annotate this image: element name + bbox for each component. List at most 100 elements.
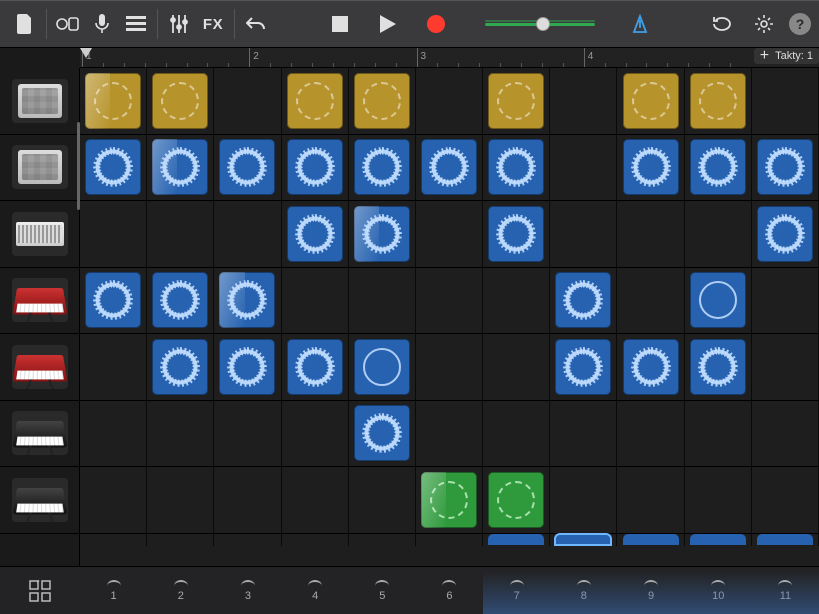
grid-cell[interactable] bbox=[80, 135, 147, 201]
grid-cell[interactable] bbox=[617, 534, 684, 546]
grid-cell[interactable] bbox=[349, 268, 416, 334]
loop-cell[interactable] bbox=[623, 73, 679, 129]
grid-cell[interactable] bbox=[617, 135, 684, 201]
track-header[interactable] bbox=[0, 135, 79, 202]
grid-cell[interactable] bbox=[282, 401, 349, 467]
grid-cell[interactable] bbox=[617, 401, 684, 467]
loop-cell[interactable] bbox=[354, 73, 410, 129]
grid-cell[interactable] bbox=[617, 334, 684, 400]
track-header[interactable] bbox=[0, 68, 79, 135]
grid-cell[interactable] bbox=[416, 334, 483, 400]
grid-cell[interactable] bbox=[416, 401, 483, 467]
grid-cell[interactable] bbox=[416, 534, 483, 546]
grid-cell[interactable] bbox=[416, 68, 483, 134]
loop-cell[interactable] bbox=[555, 534, 611, 545]
loop-cell[interactable] bbox=[623, 534, 679, 545]
grid-cell[interactable] bbox=[349, 401, 416, 467]
play-icon[interactable] bbox=[371, 7, 405, 41]
track-header[interactable] bbox=[0, 268, 79, 335]
grid-cell[interactable] bbox=[214, 268, 281, 334]
grid-cell[interactable] bbox=[617, 268, 684, 334]
grid-cell[interactable] bbox=[214, 334, 281, 400]
fx-button[interactable]: FX bbox=[196, 7, 230, 41]
grid-cell[interactable] bbox=[80, 68, 147, 134]
loop-cell[interactable] bbox=[85, 139, 141, 195]
loop-cell[interactable] bbox=[488, 206, 544, 262]
loop-cell[interactable] bbox=[219, 139, 275, 195]
grid-cell[interactable] bbox=[685, 135, 752, 201]
loop-cell[interactable] bbox=[152, 73, 208, 129]
loop-cell[interactable] bbox=[85, 272, 141, 328]
column-trigger[interactable]: 2 bbox=[147, 567, 214, 614]
loop-cell[interactable] bbox=[555, 339, 611, 395]
grid-cell[interactable] bbox=[752, 68, 819, 134]
grid-cell[interactable] bbox=[550, 201, 617, 267]
grid-cell[interactable] bbox=[282, 467, 349, 533]
loop-browser-icon[interactable] bbox=[705, 7, 739, 41]
grid-cell[interactable] bbox=[214, 534, 281, 546]
loop-cell[interactable] bbox=[690, 272, 746, 328]
grid-cell[interactable] bbox=[752, 268, 819, 334]
grid-cell[interactable] bbox=[752, 201, 819, 267]
mixer-icon[interactable] bbox=[162, 7, 196, 41]
grid-cell[interactable] bbox=[282, 135, 349, 201]
live-loops-grid-icon[interactable] bbox=[23, 574, 57, 608]
loop-cell[interactable] bbox=[555, 272, 611, 328]
metronome-icon[interactable] bbox=[623, 7, 657, 41]
track-header[interactable] bbox=[0, 467, 79, 534]
grid-cell[interactable] bbox=[416, 135, 483, 201]
undo-icon[interactable] bbox=[239, 7, 273, 41]
grid-cell[interactable] bbox=[550, 401, 617, 467]
grid-cell[interactable] bbox=[282, 534, 349, 546]
grid-cell[interactable] bbox=[147, 534, 214, 546]
loop-cell[interactable] bbox=[757, 534, 813, 545]
grid-cell[interactable] bbox=[416, 268, 483, 334]
track-header[interactable] bbox=[0, 401, 79, 468]
loop-cell[interactable] bbox=[690, 139, 746, 195]
grid-cell[interactable] bbox=[685, 68, 752, 134]
trackview-icon[interactable] bbox=[119, 7, 153, 41]
grid-cell[interactable] bbox=[214, 467, 281, 533]
record-icon[interactable] bbox=[419, 7, 453, 41]
grid-cell[interactable] bbox=[483, 334, 550, 400]
grid-cell[interactable] bbox=[282, 334, 349, 400]
grid-cell[interactable] bbox=[685, 334, 752, 400]
grid-cell[interactable] bbox=[483, 135, 550, 201]
grid-cell[interactable] bbox=[483, 68, 550, 134]
loop-cell[interactable] bbox=[152, 272, 208, 328]
grid-cell[interactable] bbox=[685, 401, 752, 467]
grid-cell[interactable] bbox=[80, 201, 147, 267]
grid-cell[interactable] bbox=[550, 534, 617, 546]
column-trigger[interactable]: 6 bbox=[416, 567, 483, 614]
browser-icon[interactable] bbox=[51, 7, 85, 41]
grid-cell[interactable] bbox=[483, 467, 550, 533]
loop-cell[interactable] bbox=[690, 339, 746, 395]
grid-cell[interactable] bbox=[550, 268, 617, 334]
grid-cell[interactable] bbox=[80, 467, 147, 533]
grid-cell[interactable] bbox=[752, 334, 819, 400]
loop-cell[interactable] bbox=[488, 534, 544, 545]
grid-cell[interactable] bbox=[550, 467, 617, 533]
loop-cell[interactable] bbox=[287, 339, 343, 395]
grid-cell[interactable] bbox=[349, 135, 416, 201]
grid-cell[interactable] bbox=[416, 467, 483, 533]
loop-cell[interactable] bbox=[287, 73, 343, 129]
grid-cell[interactable] bbox=[550, 135, 617, 201]
grid-cell[interactable] bbox=[752, 135, 819, 201]
loop-cell[interactable] bbox=[757, 139, 813, 195]
grid-cell[interactable] bbox=[282, 68, 349, 134]
column-trigger[interactable]: 7 bbox=[483, 567, 550, 614]
track-header[interactable] bbox=[0, 334, 79, 401]
grid-cell[interactable] bbox=[349, 334, 416, 400]
grid-cell[interactable] bbox=[685, 534, 752, 546]
grid-cell[interactable] bbox=[80, 334, 147, 400]
loop-cell[interactable] bbox=[85, 73, 141, 129]
grid-cell[interactable] bbox=[214, 401, 281, 467]
column-trigger[interactable]: 4 bbox=[282, 567, 349, 614]
grid-cell[interactable] bbox=[349, 467, 416, 533]
loop-cell[interactable] bbox=[623, 339, 679, 395]
grid-cell[interactable] bbox=[483, 401, 550, 467]
grid-cell[interactable] bbox=[752, 401, 819, 467]
grid-cell[interactable] bbox=[685, 467, 752, 533]
grid-cell[interactable] bbox=[80, 268, 147, 334]
